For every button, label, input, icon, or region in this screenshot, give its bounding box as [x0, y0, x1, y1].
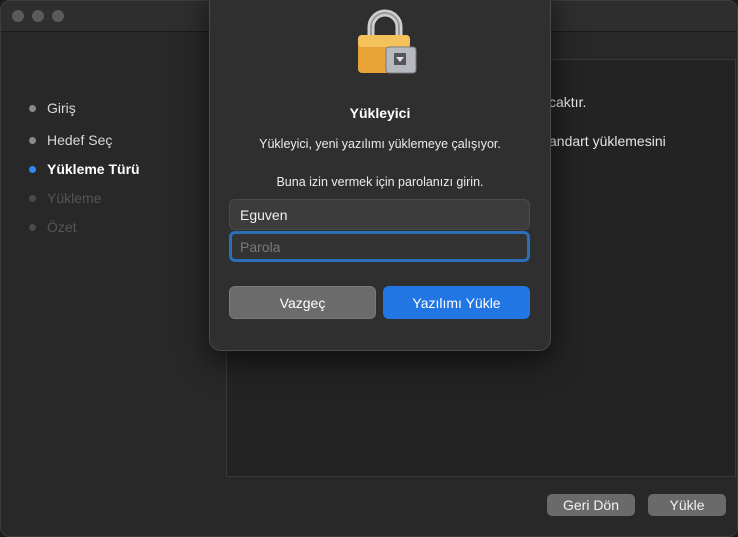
step-dot [29, 194, 36, 202]
step-dot [29, 104, 36, 112]
auth-dialog: Yükleyici Yükleyici, yeni yazılımı yükle… [209, 0, 551, 351]
step-dot [29, 223, 36, 231]
sidebar-item-label: Özet [47, 219, 77, 235]
sidebar-item-install-type: Yükleme Türü [29, 159, 140, 179]
back-button[interactable]: Geri Dön [547, 494, 635, 516]
username-value: Eguven [240, 206, 288, 223]
password-field[interactable]: Parola [229, 231, 530, 262]
sidebar-item-label: Yükleme Türü [47, 161, 140, 177]
close-window-button[interactable] [12, 10, 24, 22]
sidebar-item-summary: Özet [29, 217, 77, 237]
sidebar-item-intro: Giriş [29, 98, 76, 118]
sidebar-item-installation: Yükleme [29, 188, 101, 208]
password-placeholder: Parola [240, 238, 281, 255]
content-text-line2: andart yüklemesini [549, 133, 666, 149]
install-software-button[interactable]: Yazılımı Yükle [383, 286, 530, 319]
cancel-button[interactable]: Vazgeç [229, 286, 376, 319]
sidebar-item-label: Yükleme [47, 190, 102, 206]
minimize-window-button[interactable] [32, 10, 44, 22]
sidebar-item-label: Giriş [47, 100, 76, 116]
username-field[interactable]: Eguven [229, 199, 530, 230]
install-button[interactable]: Yükle [648, 494, 726, 516]
dialog-prompt: Buna izin vermek için parolanızı girin. [276, 175, 484, 189]
lock-icon [358, 9, 417, 74]
sidebar-item-label: Hedef Seç [47, 132, 113, 148]
content-text-line1: caktır. [549, 94, 587, 110]
dialog-message: Yükleyici, yeni yazılımı yüklemeye çalış… [259, 137, 501, 151]
dialog-title: Yükleyici [349, 105, 411, 121]
step-dot-active [29, 165, 36, 173]
step-dot [29, 136, 36, 144]
zoom-window-button[interactable] [52, 10, 64, 22]
sidebar-item-destination: Hedef Seç [29, 130, 112, 150]
